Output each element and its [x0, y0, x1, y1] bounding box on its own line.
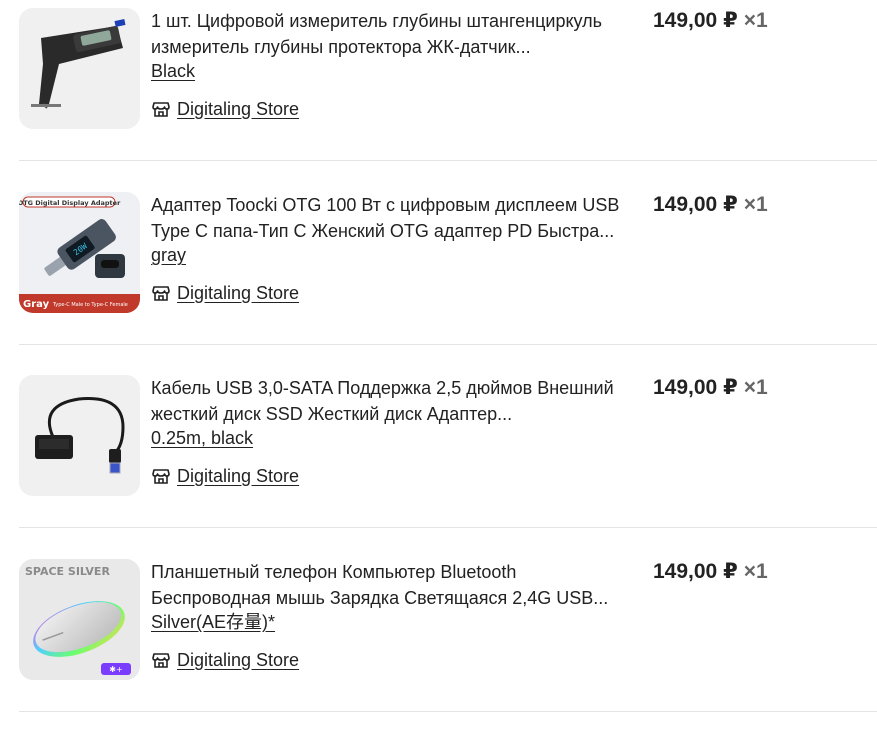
store-icon [151, 466, 171, 486]
store-name[interactable]: Digitaling Store [177, 283, 299, 304]
store-link[interactable]: Digitaling Store [151, 647, 299, 673]
item-divider [19, 711, 877, 712]
otg-adapter-icon: OTG Digital Display Adapter 20W Gray Typ… [19, 192, 140, 313]
cart-item: OTG Digital Display Adapter 20W Gray Typ… [0, 184, 877, 368]
product-thumbnail[interactable] [19, 375, 140, 496]
store-name[interactable]: Digitaling Store [177, 99, 299, 120]
product-thumbnail[interactable]: SPACE SILVER ✱+ [19, 559, 140, 680]
wireless-mouse-icon: SPACE SILVER ✱+ [19, 559, 140, 680]
usb-sata-cable-icon [19, 375, 140, 496]
product-variant[interactable]: gray [151, 243, 186, 267]
store-icon [151, 650, 171, 670]
product-title[interactable]: Адаптер Toocki OTG 100 Вт с цифровым дис… [151, 192, 621, 244]
store-link[interactable]: Digitaling Store [151, 280, 299, 306]
cart-item: 1 шт. Цифровой измеритель глубины штанге… [0, 0, 877, 184]
item-quantity: ×1 [743, 376, 768, 399]
item-price: 149,00 ₽ [653, 193, 738, 216]
product-title[interactable]: Планшетный телефон Компьютер Bluetooth Б… [151, 559, 621, 611]
price-block: 149,00 ₽ ×1 [653, 559, 768, 585]
item-quantity: ×1 [743, 560, 768, 583]
store-name[interactable]: Digitaling Store [177, 650, 299, 671]
price-block: 149,00 ₽ ×1 [653, 192, 768, 218]
store-icon [151, 99, 171, 119]
image-caption-top: OTG Digital Display Adapter [19, 199, 121, 207]
item-price: 149,00 ₽ [653, 9, 738, 32]
price-block: 149,00 ₽ ×1 [653, 375, 768, 401]
product-variant[interactable]: Black [151, 59, 195, 83]
product-title[interactable]: Кабель USB 3,0-SATA Поддержка 2,5 дюймов… [151, 375, 621, 427]
image-caption-bottom: Gray [23, 299, 50, 310]
item-divider [19, 160, 877, 161]
item-price: 149,00 ₽ [653, 560, 738, 583]
product-variant[interactable]: 0.25m, black [151, 426, 253, 450]
price-block: 149,00 ₽ ×1 [653, 8, 768, 34]
item-price: 149,00 ₽ [653, 376, 738, 399]
cart-item: Кабель USB 3,0-SATA Поддержка 2,5 дюймов… [0, 367, 877, 551]
item-quantity: ×1 [743, 193, 768, 216]
svg-text:✱+: ✱+ [109, 665, 122, 674]
store-link[interactable]: Digitaling Store [151, 96, 299, 122]
store-link[interactable]: Digitaling Store [151, 463, 299, 489]
image-caption-top: SPACE SILVER [25, 565, 110, 578]
product-thumbnail[interactable]: OTG Digital Display Adapter 20W Gray Typ… [19, 192, 140, 313]
cart-item: SPACE SILVER ✱+ Планшетный телефон Компь… [0, 551, 877, 735]
product-title[interactable]: 1 шт. Цифровой измеритель глубины штанге… [151, 8, 621, 60]
item-quantity: ×1 [743, 9, 768, 32]
store-icon [151, 283, 171, 303]
item-divider [19, 344, 877, 345]
product-variant[interactable]: Silver(AE存量)* [151, 610, 275, 634]
image-caption-bottom-small: Type-C Male to Type-C Female [52, 302, 128, 308]
store-name[interactable]: Digitaling Store [177, 466, 299, 487]
digital-depth-gauge-icon [19, 8, 140, 129]
product-thumbnail[interactable] [19, 8, 140, 129]
item-divider [19, 527, 877, 528]
